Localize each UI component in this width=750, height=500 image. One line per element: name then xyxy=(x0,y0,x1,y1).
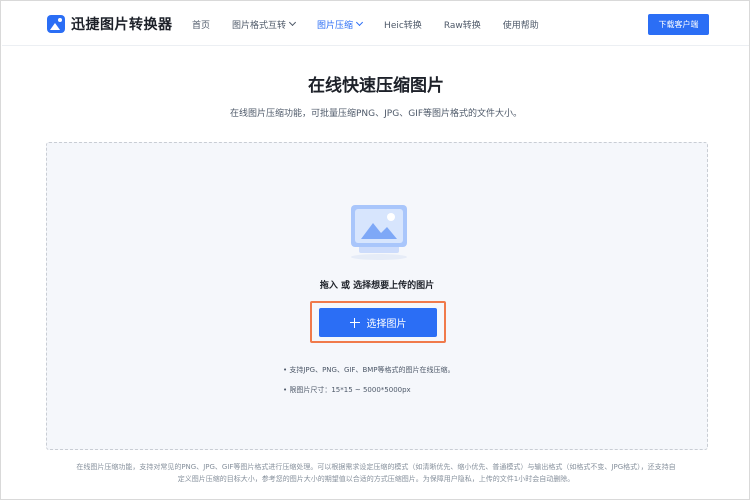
nav-item-label: 使用帮助 xyxy=(502,20,539,31)
site-logo[interactable]: 迅捷图片转换器 xyxy=(47,14,173,34)
logo-picture-icon xyxy=(47,15,65,33)
nav-item-label: 图片压缩 xyxy=(317,20,354,31)
download-client-button[interactable]: 下载客户端 xyxy=(648,14,709,35)
nav-item-help[interactable]: 使用帮助 xyxy=(503,18,539,31)
footer-description: 在线图片压缩功能，支持对常见的PNG、JPG、GIF等图片格式进行压缩处理。可以… xyxy=(76,463,676,483)
main-nav: 首页 图片格式互转 图片压缩 Heic转换 Raw转换 使用帮助 xyxy=(192,2,561,46)
upload-dropzone[interactable]: 拖入 或 选择想要上传的图片 选择图片 • 支持JPG、PNG、GIF、BMP等… xyxy=(46,142,708,450)
upload-image-illustration xyxy=(351,205,407,260)
plus-icon xyxy=(349,317,360,328)
nav-item-home[interactable]: 首页 xyxy=(192,18,210,31)
format-note: • 支持JPG、PNG、GIF、BMP等格式的图片在线压缩。 xyxy=(283,366,455,374)
top-header: 迅捷图片转换器 首页 图片格式互转 图片压缩 Heic转换 Raw转换 使用帮助 xyxy=(2,2,749,46)
page-frame: 迅捷图片转换器 首页 图片格式互转 图片压缩 Heic转换 Raw转换 使用帮助 xyxy=(0,0,750,500)
upload-hint: 拖入 或 选择想要上传的图片 xyxy=(319,281,435,291)
nav-item-image-compress[interactable]: 图片压缩 xyxy=(317,18,364,31)
nav-item-label: Raw转换 xyxy=(443,20,481,31)
page-subtitle: 在线图片压缩功能，可批量压缩PNG、JPG、GIF等图片格式的文件大小。 xyxy=(230,109,522,119)
chevron-down-icon xyxy=(356,18,364,27)
select-image-label: 选择图片 xyxy=(366,319,407,330)
nav-item-format-convert[interactable]: 图片格式互转 xyxy=(232,18,297,31)
nav-item-heic-convert[interactable]: Heic转换 xyxy=(384,18,422,31)
nav-item-label: Heic转换 xyxy=(384,20,422,31)
nav-item-raw-convert[interactable]: Raw转换 xyxy=(444,18,481,31)
select-image-button[interactable]: 选择图片 xyxy=(319,308,437,337)
nav-item-label: 图片格式互转 xyxy=(232,20,287,31)
nav-item-label: 首页 xyxy=(192,20,211,31)
size-limit-note: • 限图片尺寸：15*15 ~ 5000*5000px xyxy=(283,386,411,394)
chevron-down-icon xyxy=(288,18,297,27)
page-title: 在线快速压缩图片 xyxy=(308,76,444,96)
logo-text: 迅捷图片转换器 xyxy=(71,17,173,33)
